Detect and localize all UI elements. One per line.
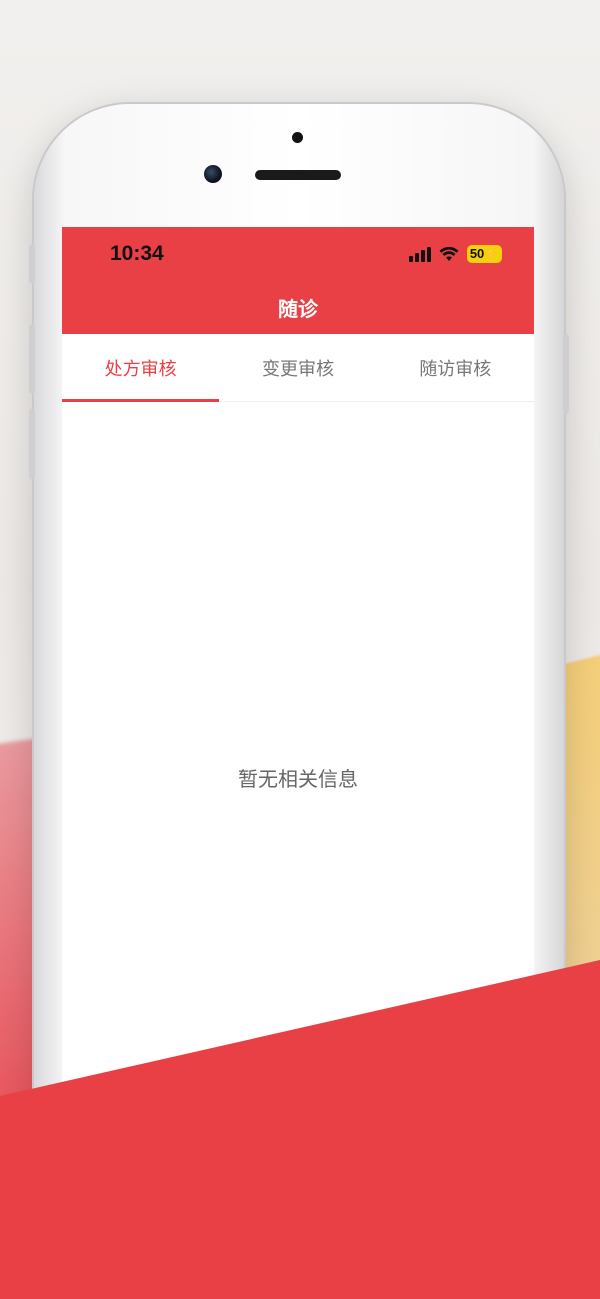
review-tabs: 处方审核 变更审核 随访审核 [62, 334, 534, 402]
tab-change-review[interactable]: 变更审核 [219, 334, 376, 401]
wifi-icon [439, 246, 459, 261]
power-button [563, 334, 569, 414]
status-time: 10:34 [110, 242, 164, 265]
app-screen: 10:34 50 ⚡ 随诊 处方审核 变更审核 随访审核 暂无相关信息 [62, 227, 534, 1127]
tab-prescription-review[interactable]: 处方审核 [62, 334, 220, 402]
tab-followup-review[interactable]: 随访审核 [377, 334, 534, 401]
battery-charging-icon: 50 ⚡ [466, 245, 502, 263]
proximity-sensor [292, 132, 303, 143]
status-icons: 50 ⚡ [408, 245, 502, 263]
empty-state-text: 暂无相关信息 [238, 767, 358, 791]
app-header: 10:34 50 ⚡ 随诊 [62, 227, 534, 334]
volume-down-button [29, 409, 35, 479]
front-camera [204, 165, 222, 183]
mute-switch [29, 244, 35, 284]
page-title: 随诊 [278, 297, 318, 321]
signal-icon [408, 246, 431, 262]
volume-up-button [29, 324, 35, 394]
promo-stage: 10:34 50 ⚡ 随诊 处方审核 变更审核 随访审核 暂无相关信息 [0, 0, 600, 1299]
earpiece-speaker [255, 170, 341, 180]
charging-bolt-icon: ⚡ [485, 248, 499, 260]
battery-level: 50 [469, 246, 485, 261]
